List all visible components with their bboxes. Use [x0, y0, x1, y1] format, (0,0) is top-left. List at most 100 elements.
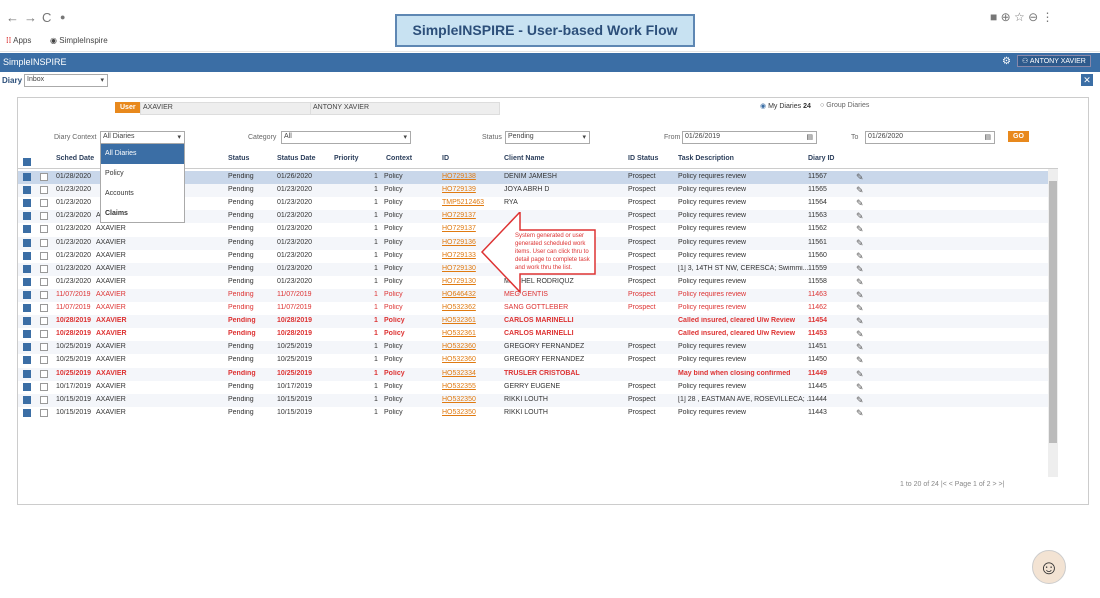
pagination[interactable]: 1 to 20 of 24 |< < Page 1 of 2 > >| [900, 481, 1004, 488]
col-id-status[interactable]: ID Status [628, 155, 658, 169]
table-row[interactable]: 10/17/2019 AXAVIER Pending 10/17/2019 1 Polic… [18, 381, 1048, 394]
simpleinspire-bookmark[interactable]: ◉ SimpleInspire [50, 36, 108, 45]
policy-id-link[interactable]: HO729133 [442, 252, 476, 259]
back-icon[interactable]: ← [6, 10, 19, 25]
row-checkbox[interactable] [40, 264, 48, 273]
row-checkbox[interactable] [40, 382, 48, 391]
row-menu-icon[interactable] [23, 290, 31, 299]
row-checkbox[interactable] [40, 173, 48, 181]
row-checkbox[interactable] [40, 356, 48, 365]
attachment-icon[interactable]: ✎ [856, 224, 864, 235]
attachment-icon[interactable]: ✎ [856, 264, 864, 275]
table-row[interactable]: 10/28/2019 AXAVIER Pending 10/28/2019 1 Polic… [18, 315, 1048, 329]
policy-id-link[interactable]: HO729137 [442, 212, 476, 219]
table-row[interactable]: 10/28/2019 AXAVIER Pending 10/28/2019 1 Polic… [18, 328, 1048, 341]
row-checkbox[interactable] [40, 186, 48, 195]
table-scrollbar[interactable] [1048, 169, 1058, 477]
status-select[interactable]: Pending ▾ [505, 131, 590, 144]
row-menu-icon[interactable] [23, 264, 31, 273]
table-row[interactable]: 10/25/2019 AXAVIER Pending 10/25/2019 1 Polic… [18, 367, 1048, 381]
policy-id-link[interactable]: HO532355 [442, 383, 476, 390]
group-diaries-radio[interactable]: ○ Group Diaries [820, 102, 869, 109]
table-row[interactable]: 10/25/2019 AXAVIER Pending 10/25/2019 1 Polic… [18, 354, 1048, 367]
policy-id-link[interactable]: HO532360 [442, 343, 476, 350]
row-checkbox[interactable] [40, 395, 48, 404]
col-status-date[interactable]: Status Date [277, 155, 316, 169]
calendar-icon[interactable]: ▤ [806, 133, 813, 141]
row-menu-icon[interactable] [23, 225, 31, 234]
row-checkbox[interactable] [40, 343, 48, 352]
row-menu-icon[interactable] [23, 304, 31, 312]
diary-select[interactable]: Inbox ▾ [24, 74, 108, 87]
col-sched-date[interactable]: Sched Date [56, 155, 94, 169]
attachment-icon[interactable]: ✎ [856, 395, 864, 406]
policy-id-link[interactable]: HO532350 [442, 409, 476, 416]
row-checkbox[interactable] [40, 277, 48, 286]
policy-id-link[interactable]: HO532350 [442, 396, 476, 403]
policy-id-link[interactable]: HO532361 [442, 330, 476, 337]
dropdown-option[interactable]: Accounts [101, 184, 184, 204]
attachment-icon[interactable]: ✎ [856, 303, 864, 314]
col-context[interactable]: Context [386, 155, 412, 169]
row-checkbox[interactable] [40, 225, 48, 234]
attachment-icon[interactable]: ✎ [856, 316, 864, 327]
attachment-icon[interactable]: ✎ [856, 211, 864, 222]
forward-icon[interactable]: → [24, 10, 37, 25]
to-date-input[interactable]: 01/26/2020 ▤ [865, 131, 995, 144]
close-icon[interactable]: ✕ [1081, 74, 1093, 86]
settings-icon[interactable]: ⚙ [1002, 56, 1011, 67]
row-checkbox[interactable] [40, 238, 48, 247]
col-task-description[interactable]: Task Description [678, 155, 734, 169]
row-menu-icon[interactable] [23, 212, 31, 221]
table-row[interactable]: 10/25/2019 AXAVIER Pending 10/25/2019 1 Polic… [18, 341, 1048, 355]
row-checkbox[interactable] [40, 408, 48, 417]
row-checkbox[interactable] [40, 251, 48, 260]
policy-id-link[interactable]: HO532360 [442, 356, 476, 363]
attachment-icon[interactable]: ✎ [856, 342, 864, 353]
reload-icon[interactable]: C [42, 10, 51, 25]
go-button[interactable]: GO [1008, 131, 1029, 142]
row-menu-icon[interactable] [23, 238, 31, 247]
policy-id-link[interactable]: HO532361 [442, 317, 476, 324]
row-menu-icon[interactable] [23, 251, 31, 260]
user-menu-button[interactable]: ⚇ ANTONY XAVIER [1017, 55, 1091, 67]
row-menu-icon[interactable] [23, 330, 31, 339]
attachment-icon[interactable]: ✎ [856, 355, 864, 366]
row-menu-icon[interactable] [23, 356, 31, 365]
row-checkbox[interactable] [40, 369, 48, 378]
row-menu-icon[interactable] [23, 173, 31, 181]
table-row[interactable]: 11/07/2019 AXAVIER Pending 11/07/2019 1 Polic… [18, 302, 1048, 315]
apps-bookmark[interactable]: ⁞⁞ Apps [6, 36, 31, 45]
policy-id-link[interactable]: TMP5212463 [442, 199, 484, 206]
row-menu-icon[interactable] [23, 343, 31, 352]
grid-menu-icon[interactable] [23, 158, 31, 166]
category-select[interactable]: All ▾ [281, 131, 411, 144]
table-row[interactable]: 10/15/2019 AXAVIER Pending 10/15/2019 1 Polic… [18, 407, 1048, 420]
row-checkbox[interactable] [40, 304, 48, 312]
policy-id-link[interactable]: HO532362 [442, 304, 476, 311]
from-date-input[interactable]: 01/26/2019 ▤ [682, 131, 817, 144]
policy-id-link[interactable]: HO532334 [442, 370, 476, 377]
table-row[interactable]: 10/15/2019 AXAVIER Pending 10/15/2019 1 Polic… [18, 393, 1048, 407]
policy-id-link[interactable]: HO729138 [442, 173, 476, 180]
attachment-icon[interactable]: ✎ [856, 198, 864, 209]
policy-id-link[interactable]: HO646432 [442, 291, 476, 298]
row-checkbox[interactable] [40, 317, 48, 326]
policy-id-link[interactable]: HO729130 [442, 265, 476, 272]
policy-id-link[interactable]: HO729136 [442, 239, 476, 246]
row-menu-icon[interactable] [23, 369, 31, 378]
row-menu-icon[interactable] [23, 382, 31, 391]
dropdown-option[interactable]: All Diaries [101, 144, 184, 164]
user-button[interactable]: User [115, 102, 141, 113]
row-checkbox[interactable] [40, 199, 48, 208]
dropdown-option[interactable]: Claims [101, 204, 184, 224]
browser-toolbar-icons[interactable]: ■ ⊕ ☆ ⊖ ⋮ [990, 10, 1053, 24]
attachment-icon[interactable]: ✎ [856, 172, 864, 183]
col-priority[interactable]: Priority [334, 155, 359, 169]
col-status[interactable]: Status [228, 155, 249, 169]
row-menu-icon[interactable] [23, 408, 31, 417]
my-diaries-radio[interactable]: ◉ My Diaries 24 [760, 102, 811, 110]
row-checkbox[interactable] [40, 330, 48, 339]
attachment-icon[interactable]: ✎ [856, 369, 864, 380]
dropdown-option[interactable]: Policy [101, 164, 184, 184]
